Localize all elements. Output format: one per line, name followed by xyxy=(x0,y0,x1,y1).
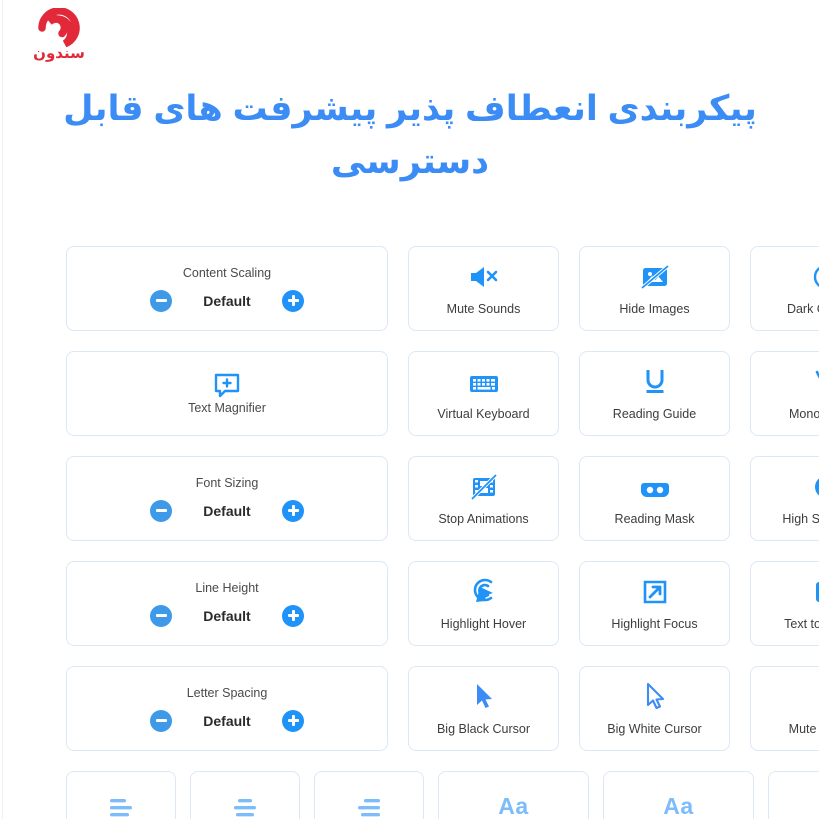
minus-circle-icon[interactable] xyxy=(150,709,172,732)
feature-row: Font Sizing Default Stop Animations Read… xyxy=(66,456,819,541)
plus-circle-icon[interactable] xyxy=(282,709,304,732)
stepper-value: Default xyxy=(203,712,251,729)
stepper-value: Default xyxy=(203,607,251,624)
mute-icon xyxy=(814,681,819,711)
stepper-control: Default xyxy=(150,289,304,312)
feature-label: Big White Cursor xyxy=(607,721,702,736)
font-aa-alt-icon: Aa xyxy=(663,792,694,819)
minus-circle-icon[interactable] xyxy=(150,604,172,627)
monochrome-icon xyxy=(812,366,819,396)
stepper-card-letter-spacing[interactable]: Letter Spacing Default xyxy=(66,666,388,751)
feature-grid: Content Scaling Default Mute Sounds Hide… xyxy=(66,246,819,819)
font-family-button-2[interactable]: Aa xyxy=(603,771,754,819)
stepper-control: Default xyxy=(150,499,304,522)
feature-card-text-magnifier[interactable]: Text Magnifier xyxy=(66,351,388,436)
reading-mask-icon xyxy=(639,471,671,501)
feature-label: Hide Images xyxy=(619,301,690,316)
focus-arrow-icon xyxy=(641,576,669,606)
align-left-button[interactable] xyxy=(66,771,176,819)
image-off-icon xyxy=(640,261,670,291)
list-button[interactable] xyxy=(768,771,819,819)
brand-logo[interactable]: سندون xyxy=(24,8,94,70)
stepper-label: Content Scaling xyxy=(182,265,272,280)
feature-card-text-to-speech[interactable]: Text to Speech xyxy=(750,561,819,646)
feature-card-mute[interactable]: Mute Sounds xyxy=(750,666,819,751)
stepper-label: Font Sizing xyxy=(195,475,259,490)
feature-label: Stop Animations xyxy=(438,511,529,526)
feature-label: Mute Sounds xyxy=(446,301,521,316)
feature-row: Line Height Default Highlight Hover High… xyxy=(66,561,819,646)
accessibility-widget-page: سندون پیکربندی انعطاف پذیر پیشرفت های قا… xyxy=(0,0,819,819)
feature-row: Content Scaling Default Mute Sounds Hide… xyxy=(66,246,819,331)
keyboard-icon xyxy=(468,366,500,396)
feature-card-highlight-hover[interactable]: Highlight Hover xyxy=(408,561,559,646)
feature-label: Monochrome xyxy=(789,406,819,421)
red-spiral-logo-icon xyxy=(38,8,80,48)
align-right-button[interactable] xyxy=(314,771,424,819)
minus-circle-icon[interactable] xyxy=(150,289,172,312)
stepper-label: Line Height xyxy=(195,580,259,595)
stepper-control: Default xyxy=(150,709,304,732)
font-family-button-1[interactable]: Aa xyxy=(438,771,589,819)
feature-row: Text Magnifier Virtual Keyboard Reading … xyxy=(66,351,819,436)
cursor-target-icon xyxy=(469,576,499,606)
feature-card-reading-guide[interactable]: Reading Guide xyxy=(579,351,730,436)
film-off-icon xyxy=(469,471,499,501)
feature-label: Dark Contrast xyxy=(786,301,819,316)
feature-label: High Saturation xyxy=(782,511,819,526)
stepper-control: Default xyxy=(150,604,304,627)
feature-row: Letter Spacing Default Big Black Cursor xyxy=(66,666,819,751)
alignment-row: Aa Aa xyxy=(66,771,819,819)
plus-circle-icon[interactable] xyxy=(282,289,304,312)
align-center-button[interactable] xyxy=(190,771,300,819)
feature-label: Virtual Keyboard xyxy=(437,406,530,421)
speaker-mute-icon xyxy=(467,261,501,291)
feature-label: Reading Guide xyxy=(612,406,697,421)
underline-u-icon xyxy=(641,366,669,396)
high-saturation-icon xyxy=(812,471,819,501)
align-left-icon xyxy=(105,791,137,819)
feature-card-hide-images[interactable]: Hide Images xyxy=(579,246,730,331)
font-aa-icon: Aa xyxy=(498,792,529,819)
feature-card-monochrome[interactable]: Monochrome xyxy=(750,351,819,436)
cursor-filled-icon xyxy=(472,681,496,711)
brand-wordmark: سندون xyxy=(33,45,85,62)
feature-label: Mute Sounds xyxy=(788,721,819,736)
feature-label: Big Black Cursor xyxy=(436,721,531,736)
feature-card-big-black-cursor[interactable]: Big Black Cursor xyxy=(408,666,559,751)
feature-card-reading-mask[interactable]: Reading Mask xyxy=(579,456,730,541)
stepper-label: Letter Spacing xyxy=(186,685,268,700)
dark-contrast-icon xyxy=(812,261,819,291)
speech-bubble-plus-icon xyxy=(212,371,242,401)
feature-card-dark-contrast[interactable]: Dark Contrast xyxy=(750,246,819,331)
feature-label: Text Magnifier xyxy=(188,401,266,415)
feature-label: Text to Speech xyxy=(784,616,819,631)
stepper-card-content-scaling[interactable]: Content Scaling Default xyxy=(66,246,388,331)
stepper-value: Default xyxy=(203,502,251,519)
feature-card-mute-sounds[interactable]: Mute Sounds xyxy=(408,246,559,331)
page-title: پیکربندی انعطاف پذیر پیشرفت های قابل دست… xyxy=(63,89,757,182)
minus-circle-icon[interactable] xyxy=(150,499,172,522)
feature-card-high-saturation[interactable]: High Saturation xyxy=(750,456,819,541)
stepper-card-font-sizing[interactable]: Font Sizing Default xyxy=(66,456,388,541)
feature-card-big-white-cursor[interactable]: Big White Cursor xyxy=(579,666,730,751)
stepper-card-line-height[interactable]: Line Height Default xyxy=(66,561,388,646)
feature-label: Reading Mask xyxy=(614,511,695,526)
text-to-speech-icon xyxy=(812,576,819,606)
plus-circle-icon[interactable] xyxy=(282,604,304,627)
feature-label: Highlight Hover xyxy=(440,616,527,631)
feature-card-highlight-focus[interactable]: Highlight Focus xyxy=(579,561,730,646)
cursor-outline-icon xyxy=(643,681,667,711)
plus-circle-icon[interactable] xyxy=(282,499,304,522)
feature-card-virtual-keyboard[interactable]: Virtual Keyboard xyxy=(408,351,559,436)
align-right-icon xyxy=(353,791,385,819)
feature-card-stop-animations[interactable]: Stop Animations xyxy=(408,456,559,541)
align-center-icon xyxy=(229,791,261,819)
stepper-value: Default xyxy=(203,292,251,309)
feature-label: Highlight Focus xyxy=(611,616,698,631)
